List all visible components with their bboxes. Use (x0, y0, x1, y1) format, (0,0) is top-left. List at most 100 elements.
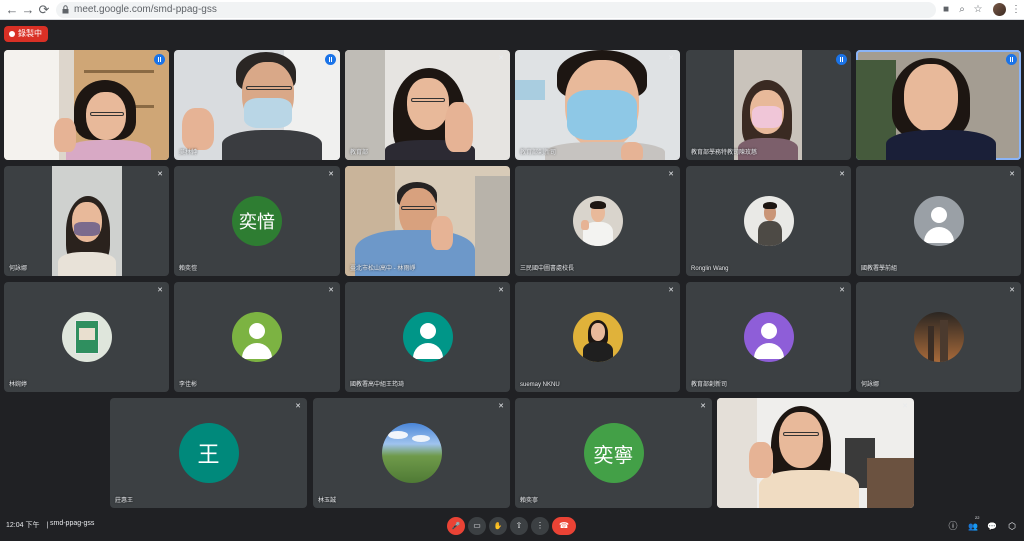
participant-name: 國教署學前組 (861, 266, 898, 272)
mic-off-icon: ✕ (668, 55, 674, 62)
address-bar[interactable]: meet.google.com/smd-ppag-gss (56, 2, 936, 18)
participant-video (345, 50, 510, 160)
browser-toolbar: ← → ⟳ meet.google.com/smd-ppag-gss ■ ⌕ ☆… (0, 0, 1024, 20)
participant-name: 三民國中圖書處校長 (520, 266, 575, 272)
participant-tile[interactable]: ✕ 何詠娜 (856, 282, 1021, 392)
present-screen-button[interactable]: ⇧ (510, 517, 528, 535)
participant-tile[interactable]: 教育部學務特教司陳玫慈 (686, 50, 851, 160)
avatar (743, 196, 794, 246)
avatar (572, 312, 623, 362)
mic-off-icon: ✕ (839, 171, 845, 178)
profile-avatar[interactable] (993, 3, 1006, 16)
participant-name: 教育部 (350, 150, 369, 156)
forward-icon[interactable]: → (20, 2, 36, 18)
mic-off-icon: ✕ (700, 403, 706, 410)
bookmark-star-icon[interactable]: ☆ (970, 2, 986, 18)
speaking-indicator-icon (154, 54, 165, 65)
participant-tile[interactable]: ✕ (717, 398, 914, 508)
participant-tile[interactable] (856, 50, 1021, 160)
camera-in-use-icon[interactable]: ■ (938, 2, 954, 18)
participant-name: 林婉婷 (9, 382, 28, 388)
participant-tile[interactable]: ✕ 林玉誠 (313, 398, 510, 508)
url-text: meet.google.com/smd-ppag-gss (74, 4, 217, 15)
present-icon: ⇧ (515, 521, 523, 530)
more-options-button[interactable]: ⋮ (531, 517, 549, 535)
leave-call-button[interactable]: ☎ (552, 517, 576, 535)
avatar: 奕愔 (232, 196, 282, 246)
mic-off-icon: 🎤 (451, 523, 461, 530)
default-avatar-icon (743, 312, 794, 362)
participant-tile[interactable]: ✕ 國教署高中組王筠琦 (345, 282, 510, 392)
back-icon[interactable]: ← (4, 2, 20, 18)
browser-menu-icon[interactable]: ⋮ (1008, 2, 1024, 18)
participant-name: 教育部創新司 (520, 150, 557, 156)
participant-name: 教育部學務特教司陳玫慈 (691, 150, 758, 156)
participant-name: 何詠娜 (861, 382, 880, 388)
people-icon: 👥 (968, 522, 978, 531)
mic-off-icon: ✕ (157, 171, 163, 178)
mic-off-icon: ✕ (498, 55, 504, 62)
mic-off-icon: ✕ (498, 403, 504, 410)
recording-badge[interactable]: 錄製中 (4, 26, 48, 42)
mic-off-icon: ✕ (157, 287, 163, 294)
recording-label: 錄製中 (18, 29, 42, 38)
mic-off-icon: ✕ (902, 403, 908, 410)
participant-video (515, 50, 680, 160)
mic-off-icon: ✕ (498, 287, 504, 294)
avatar (381, 423, 442, 483)
mic-off-icon: ✕ (668, 171, 674, 178)
mic-toggle-button[interactable]: 🎤 (447, 517, 465, 535)
default-avatar-icon (232, 312, 282, 362)
participant-tile[interactable]: 奕愔 ✕ 賴奕愷 (174, 166, 340, 276)
participant-tile[interactable] (4, 50, 169, 160)
avatar (572, 196, 623, 246)
participant-tile[interactable]: ✕ 李佳彬 (174, 282, 340, 392)
participant-tile[interactable]: ✕ Ronglin Wang (686, 166, 851, 276)
meeting-code: smd-ppag-gss (50, 520, 95, 527)
participant-tile[interactable]: 臺北市松山高中 - 林雨崢 (345, 166, 510, 276)
camera-toggle-button[interactable]: ▭ (468, 517, 486, 535)
avatar-initials: 王 (197, 443, 220, 468)
mic-off-icon: ✕ (1009, 171, 1015, 178)
search-icon[interactable]: ⌕ (954, 2, 970, 18)
chat-icon: 💬 (987, 522, 997, 531)
camera-icon: ▭ (473, 521, 481, 530)
participant-tile[interactable]: ✕ suemay NKNU (515, 282, 680, 392)
raise-hand-button[interactable]: ✋ (489, 517, 507, 535)
default-avatar-icon (402, 312, 453, 362)
people-button[interactable]: 👥 (966, 519, 980, 533)
participant-tile[interactable]: ✕ 教育部創新司 (686, 282, 851, 392)
mic-off-icon: ✕ (1009, 287, 1015, 294)
participant-tile[interactable]: ✕ 國教署學前組 (856, 166, 1021, 276)
participant-video (717, 398, 914, 508)
speaking-indicator-icon (836, 54, 847, 65)
mic-off-icon: ✕ (839, 287, 845, 294)
participant-name: suemay NKNU (520, 382, 560, 388)
more-vert-icon: ⋮ (536, 521, 544, 530)
participant-tile[interactable]: ✕ 何詠娜 (4, 166, 169, 276)
participant-tile[interactable]: 奕寧 ✕ 賴奕寧 (515, 398, 712, 508)
participant-tile[interactable]: ✕ 教育部 (345, 50, 510, 160)
participant-tile[interactable]: ✕ 林婉婷 (4, 282, 169, 392)
activities-button[interactable]: ⬡ (1005, 519, 1019, 533)
participant-tile[interactable]: ✕ 三民國中圖書處校長 (515, 166, 680, 276)
participant-tile[interactable]: 王 ✕ 莊惠王 (110, 398, 307, 508)
reload-icon[interactable]: ⟳ (36, 2, 52, 18)
participant-video (52, 166, 122, 276)
meeting-info-button[interactable]: ⓘ (946, 519, 960, 533)
chat-button[interactable]: 💬 (985, 519, 999, 533)
lock-icon (62, 5, 69, 14)
participant-tile[interactable]: ✕ 教育部創新司 (515, 50, 680, 160)
meeting-controls-bar: 12:04 下午 | smd-ppag-gss 🎤 ▭ ✋ ⇧ ⋮ ☎ ⓘ 👥 … (0, 512, 1024, 541)
clock-text: 12:04 下午 (6, 522, 40, 529)
avatar (913, 312, 964, 362)
participant-name: 賴奕寧 (520, 498, 539, 504)
separator: | (46, 522, 49, 529)
meeting-time: 12:04 下午 | (6, 520, 48, 530)
avatar-initials: 奕寧 (593, 442, 634, 467)
participant-video (4, 50, 169, 160)
mic-off-icon: ✕ (295, 403, 301, 410)
participant-name: 臺北市松山高中 - 林雨崢 (350, 266, 416, 272)
participant-tile[interactable]: 吳林轉 (174, 50, 340, 160)
avatar: 王 (178, 423, 239, 483)
